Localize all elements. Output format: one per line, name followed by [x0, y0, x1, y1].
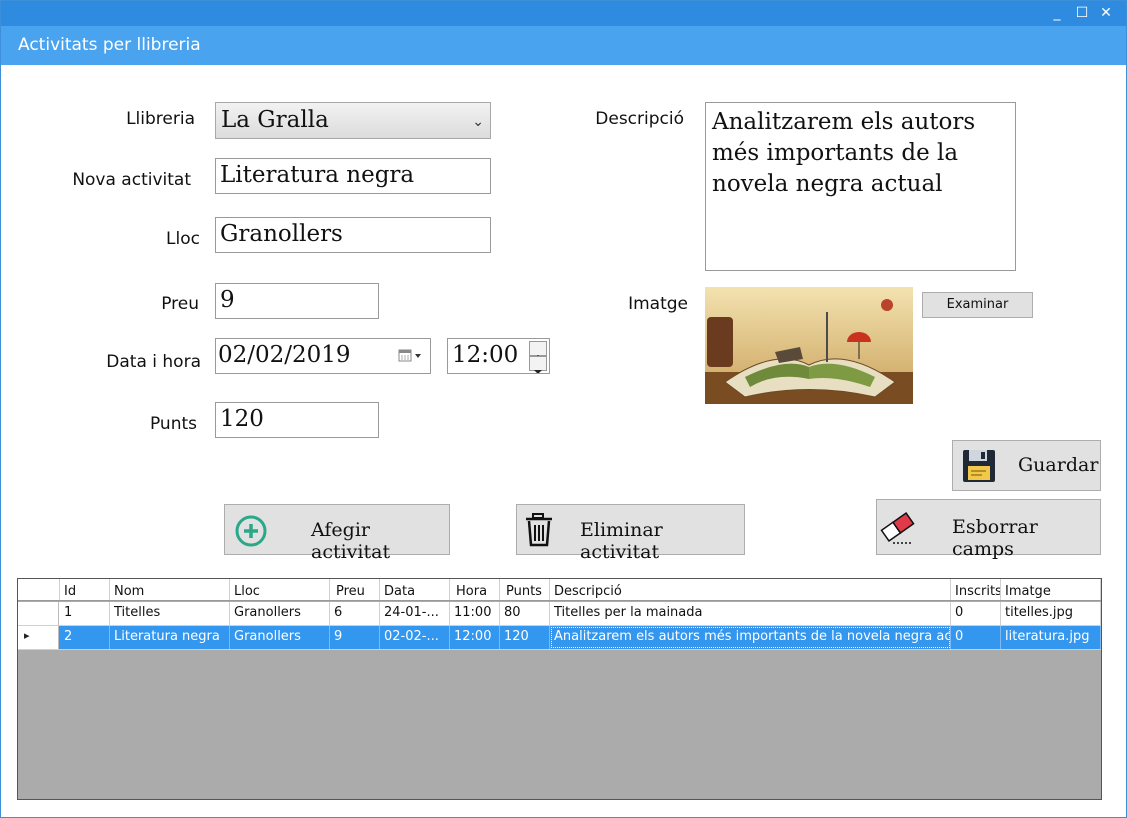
table-row[interactable]: ▸ 2 Literatura negra Granollers 9 02-02-… [18, 626, 1101, 650]
data-hora-label: Data i hora [106, 352, 201, 372]
cell-nom[interactable]: Titelles [110, 602, 230, 625]
header-bar: Activitats per llibreria [1, 26, 1126, 65]
guardar-button[interactable]: Guardar [952, 440, 1101, 491]
selected-row-marker-icon: ▸ [24, 629, 30, 642]
spin-down-icon[interactable] [529, 356, 547, 373]
row-header[interactable] [18, 602, 59, 625]
lloc-input[interactable]: Granollers [215, 217, 491, 253]
title-bar: _ ☐ ✕ [1, 1, 1126, 26]
cell-preu[interactable]: 9 [330, 626, 380, 649]
descripcio-label: Descripció [595, 109, 684, 129]
window-title: Activitats per llibreria [18, 35, 201, 55]
eliminar-activitat-label: Eliminar activitat [580, 519, 663, 563]
cell-inscrits[interactable]: 0 [951, 602, 1001, 625]
minimize-icon[interactable]: _ [1047, 4, 1067, 22]
cell-descripcio[interactable]: Titelles per la mainada [550, 602, 951, 625]
cell-punts[interactable]: 80 [500, 602, 550, 625]
chevron-down-icon: ⌄ [472, 114, 484, 130]
cell-descripcio[interactable]: Analitzarem els autors més importants de… [550, 626, 951, 649]
eraser-icon [880, 512, 915, 544]
trash-icon [526, 513, 552, 547]
spin-up-icon[interactable] [529, 341, 547, 359]
floppy-disk-icon [963, 450, 995, 482]
eliminar-activitat-button[interactable]: Eliminar activitat [516, 504, 745, 563]
guardar-label: Guardar [1018, 454, 1099, 476]
column-header-inscrits[interactable]: Inscrits [951, 579, 1001, 600]
grid-corner [18, 579, 60, 600]
column-header-punts[interactable]: Punts [500, 579, 550, 600]
column-header-lloc[interactable]: Lloc [230, 579, 330, 600]
activity-image [705, 287, 913, 404]
cell-id[interactable]: 2 [60, 626, 110, 649]
nova-activitat-input[interactable]: Literatura negra [215, 158, 491, 194]
cell-lloc[interactable]: Granollers [230, 626, 330, 649]
imatge-label: Imatge [628, 294, 688, 314]
lloc-label: Lloc [166, 229, 200, 249]
time-value: 12:00 [452, 342, 519, 368]
cell-nom[interactable]: Literatura negra [110, 626, 230, 649]
llibreria-label: Llibreria [126, 109, 195, 129]
preu-input[interactable]: 9 [215, 283, 379, 319]
activities-grid[interactable]: Id Nom Lloc Preu Data Hora Punts Descrip… [17, 578, 1102, 800]
calendar-icon[interactable] [398, 348, 426, 364]
grid-header: Id Nom Lloc Preu Data Hora Punts Descrip… [18, 579, 1101, 601]
cell-hora[interactable]: 11:00 [450, 602, 500, 625]
esborrar-camps-button[interactable]: Esborrar camps [876, 499, 1101, 560]
cell-hora[interactable]: 12:00 [450, 626, 500, 649]
llibreria-selected-value: La Gralla [221, 107, 329, 133]
punts-label: Punts [149, 414, 197, 434]
afegir-activitat-button[interactable]: Afegir activitat [224, 504, 450, 563]
punts-input[interactable]: 120 [215, 402, 379, 438]
plus-circle-icon [235, 515, 267, 547]
esborrar-camps-label: Esborrar camps [952, 516, 1038, 560]
column-header-imatge[interactable]: Imatge [1001, 579, 1101, 600]
date-value: 02/02/2019 [218, 342, 351, 368]
column-header-descripcio[interactable]: Descripció [550, 579, 951, 600]
row-header[interactable]: ▸ [18, 626, 59, 649]
cell-data[interactable]: 24-01-... [380, 602, 450, 625]
afegir-activitat-label: Afegir activitat [311, 519, 391, 563]
column-header-hora[interactable]: Hora [450, 579, 500, 600]
cell-imatge[interactable]: literatura.jpg [1001, 626, 1101, 649]
cell-id[interactable]: 1 [60, 602, 110, 625]
preu-label: Preu [161, 294, 199, 314]
cell-punts[interactable]: 120 [500, 626, 550, 649]
nova-activitat-label: Nova activitat [72, 170, 191, 190]
close-icon[interactable]: ✕ [1096, 4, 1116, 22]
cell-inscrits[interactable]: 0 [951, 626, 1001, 649]
cell-preu[interactable]: 6 [330, 602, 380, 625]
maximize-icon[interactable]: ☐ [1072, 4, 1092, 22]
table-row[interactable]: 1 Titelles Granollers 6 24-01-... 11:00 … [18, 602, 1101, 626]
column-header-data[interactable]: Data [380, 579, 450, 600]
time-input[interactable]: 12:00 [447, 338, 550, 374]
column-header-nom[interactable]: Nom [110, 579, 230, 600]
cell-data[interactable]: 02-02-... [380, 626, 450, 649]
column-header-id[interactable]: Id [60, 579, 110, 600]
cell-imatge[interactable]: titelles.jpg [1001, 602, 1101, 625]
date-picker[interactable]: 02/02/2019 [215, 338, 431, 374]
llibreria-select[interactable]: La Gralla ⌄ [215, 102, 491, 139]
column-header-preu[interactable]: Preu [330, 579, 380, 600]
examinar-button[interactable]: Examinar [922, 292, 1033, 318]
app-window: _ ☐ ✕ Activitats per llibreria Llibreria… [0, 0, 1127, 818]
cell-lloc[interactable]: Granollers [230, 602, 330, 625]
descripcio-textarea[interactable]: Analitzarem els autors més importants de… [705, 102, 1016, 271]
